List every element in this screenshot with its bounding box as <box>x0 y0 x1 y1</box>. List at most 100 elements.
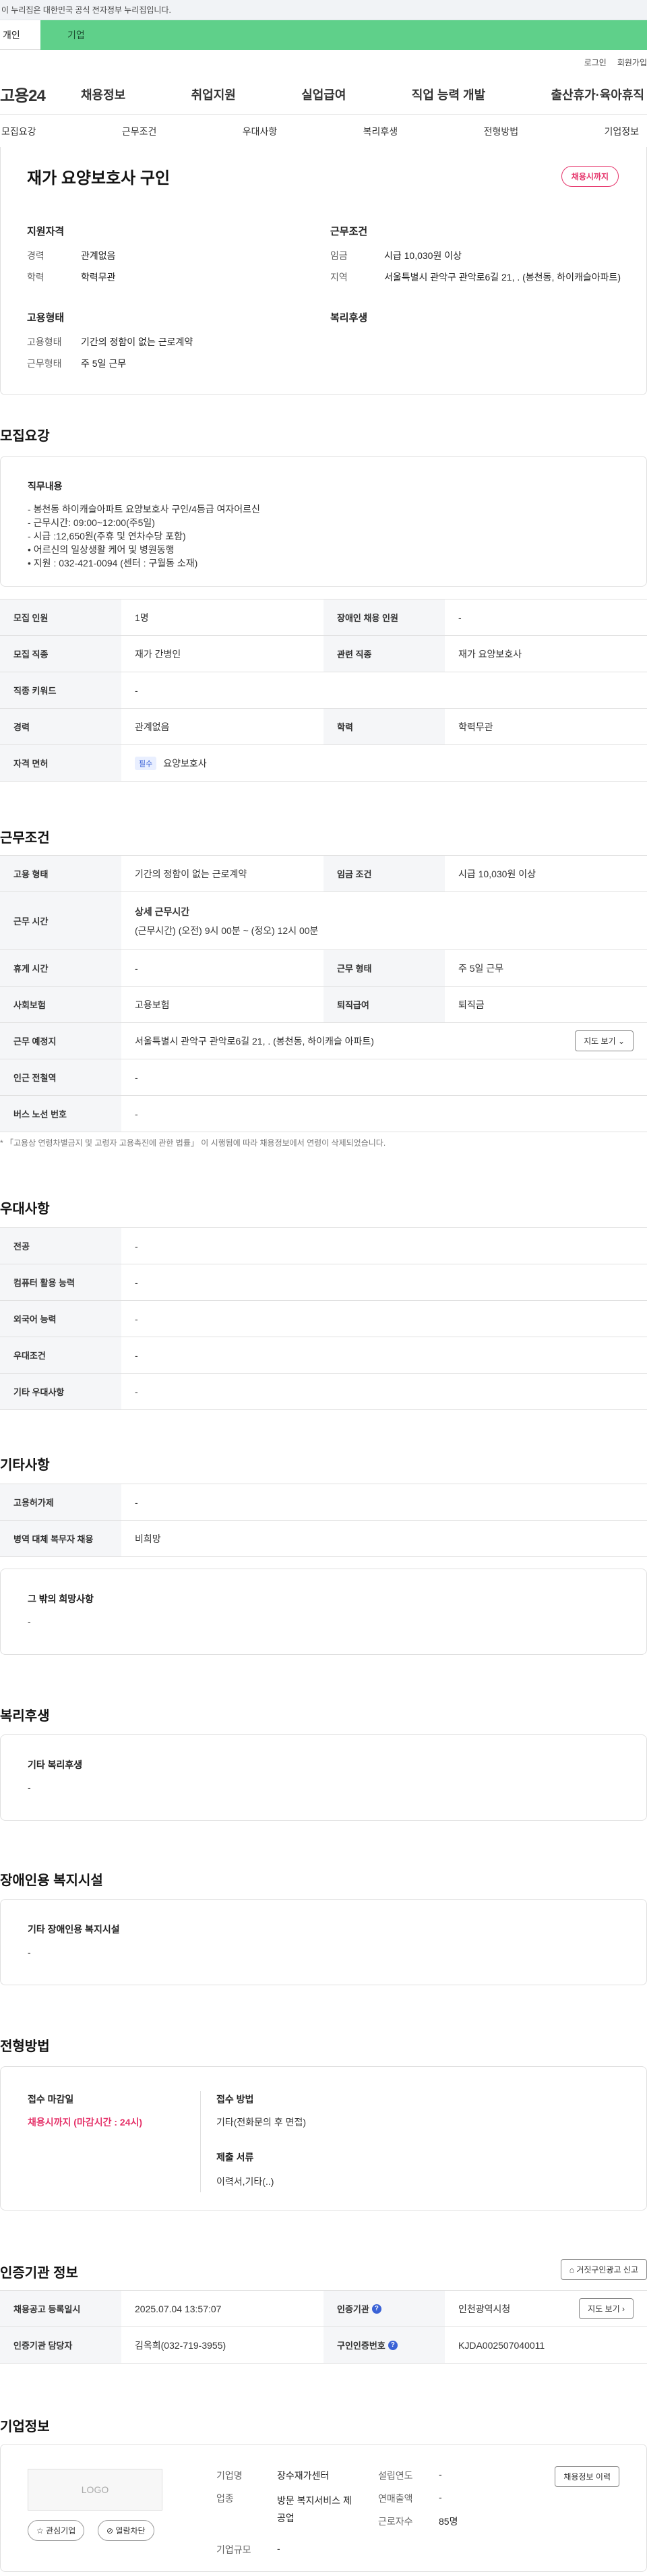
welfare-card: 기타 복리후생 - <box>0 1734 647 1821</box>
anchor-process[interactable]: 전형방법 <box>484 125 519 138</box>
license-value: 요양보호사 <box>163 757 207 769</box>
work-form-label: 근무형태 <box>27 358 62 369</box>
region-value: 서울특별시 관악구 관악로6길 21, . (봉천동, 하이캐슬아파트) <box>384 272 621 283</box>
anchor-welfare[interactable]: 복리후생 <box>363 125 398 138</box>
gnb-item-leave[interactable]: 출산휴가·육아휴직 <box>551 86 644 103</box>
duty-label: 직무내용 <box>28 481 63 492</box>
job-history-button[interactable]: 채용정보 이력 <box>555 2466 619 2487</box>
gov-notice-bar: 이 누리집은 대한민국 공식 전자정부 누리집입니다. <box>0 0 647 20</box>
workplace-value: 서울특별시 관악구 관악로6길 21, . (봉천동, 하이캐슬 아파트) <box>135 1035 374 1047</box>
job-type-label: 모집 직종 <box>0 636 121 672</box>
block-icon: ⊘ <box>106 2526 114 2536</box>
work-hours-label: 근무 시간 <box>0 892 121 949</box>
required-chip: 필수 <box>135 756 157 770</box>
work-hours-value: (근무시간) (오전) 9시 00분 ~ (정오) 12시 00분 <box>135 925 319 936</box>
qualification-heading: 지원자격 <box>27 226 65 237</box>
favorite-company-button[interactable]: ☆ 관심기업 <box>28 2520 85 2541</box>
company-name-value: 장수재가센터 <box>277 2470 330 2481</box>
anchor-pref[interactable]: 우대사항 <box>243 125 278 138</box>
site-logo[interactable]: 고용24 <box>0 82 81 106</box>
company-size-label: 기업규모 <box>216 2544 251 2555</box>
anchor-company[interactable]: 기업정보 <box>604 125 639 138</box>
facility-section-title: 장애인용 복지시설 <box>0 1873 103 1888</box>
gnb-item-training[interactable]: 직업 능력 개발 <box>412 86 485 103</box>
req-career-value: 관계없음 <box>135 721 170 732</box>
chevron-down-icon: ⌄ <box>617 1036 625 1046</box>
process-divider <box>200 2091 201 2192</box>
gnb-item-unemployment-benefit[interactable]: 실업급여 <box>301 86 346 103</box>
company-logo: LOGO <box>28 2469 162 2511</box>
signup-link[interactable]: 회원가입 <box>617 57 647 68</box>
gnb-item-employment-support[interactable]: 취업지원 <box>191 86 236 103</box>
welfare-value: - <box>28 1782 31 1793</box>
gnb-item-jobs[interactable]: 채용정보 <box>81 86 125 103</box>
anchor-recruit[interactable]: 모집요강 <box>1 125 36 138</box>
wage-cond-label: 임금 조건 <box>324 856 445 891</box>
hours-detail-heading: 상세 근무시간 <box>135 906 190 917</box>
deadline-label: 접수 마감일 <box>28 2094 74 2105</box>
welfare-label: 기타 복리후생 <box>28 1759 83 1770</box>
career-value: 관계없음 <box>81 250 116 261</box>
method-value: 기타(전화문의 후 면접) <box>216 2117 307 2128</box>
req-career-label: 경력 <box>0 709 121 744</box>
work-form-value: 주 5일 근무 <box>81 358 127 369</box>
work-type-value: 기간의 정함이 없는 근로계약 <box>135 868 247 879</box>
workplace-label: 근무 예정지 <box>0 1023 121 1059</box>
wage-cond-value: 시급 10,030원 이상 <box>458 868 536 879</box>
wish-label: 그 밖의 희망사항 <box>28 1593 94 1604</box>
login-link[interactable]: 로그인 <box>584 57 607 68</box>
agency-map-button[interactable]: 지도 보기 › <box>579 2298 634 2319</box>
deadline-value: 채용시까지 (마감시간 : 24시) <box>28 2117 143 2128</box>
qualification-block: 지원자격 경력 관계없음 학력 학력무관 <box>27 224 310 292</box>
duty-text: - 봉천동 하이캐슬아파트 요양보호사 구인/4등급 여자어르신 - 근무시간:… <box>28 504 260 568</box>
status-badge: 채용시까지 <box>561 166 619 187</box>
work-section-title: 근무조건 <box>0 831 50 846</box>
employment-type-heading: 고용형태 <box>27 312 65 324</box>
work-form2-label: 근무 형태 <box>324 950 445 986</box>
report-false-ad-button[interactable]: ⌂ 거짓구인광고 신고 <box>560 2259 647 2280</box>
facility-card: 기타 장애인용 복지시설 - <box>0 1899 647 1985</box>
recruit-section-title: 모집요강 <box>0 429 50 444</box>
info-icon[interactable]: ? <box>371 2304 381 2314</box>
duty-card: 직무내용 - 봉천동 하이캐슬아파트 요양보호사 구인/4등급 여자어르신 - … <box>0 456 647 587</box>
map-view-button[interactable]: 지도 보기 ⌄ <box>575 1030 634 1051</box>
related-job-label: 관련 직종 <box>324 636 445 672</box>
disabled-count-label: 장애인 채용 인원 <box>324 599 445 635</box>
process-card: 접수 마감일 채용시까지 (마감시간 : 24시) 접수 방법 기타(전화문의 … <box>0 2066 647 2211</box>
condition-heading: 근무조건 <box>330 226 368 237</box>
cert-manager-label: 인증기관 담당자 <box>0 2327 121 2363</box>
company-section-title: 기업정보 <box>0 2420 50 2434</box>
facility-value: - <box>28 1947 31 1958</box>
company-card: LOGO ☆ 관심기업 ⊘ 열람차단 기업명 장수재가센터 업종 방문 복지서비… <box>0 2444 647 2572</box>
job-type-value: 재가 간병인 <box>135 648 181 660</box>
sales-label: 연매출액 <box>378 2493 413 2504</box>
cert-number-value: KJDA002507040011 <box>458 2339 545 2351</box>
language-label: 외국어 능력 <box>0 1301 121 1337</box>
wish-value: - <box>28 1616 31 1627</box>
tab-personal[interactable]: 개인 <box>0 20 40 50</box>
severance-value: 퇴직금 <box>458 999 485 1010</box>
cert-number-label: 구인인증번호 <box>337 2341 386 2351</box>
permit-label: 고용허가제 <box>0 1484 121 1520</box>
tab-corporate[interactable]: 기업 <box>40 20 647 50</box>
work-form2-value: 주 5일 근무 <box>458 962 504 974</box>
docs-value: 이력서,기타(..) <box>216 2176 274 2187</box>
permit-value: - <box>135 1496 138 1508</box>
chevron-right-icon: › <box>622 2304 625 2314</box>
anchor-work[interactable]: 근무조건 <box>122 125 157 138</box>
recruit-table: 모집 인원 1명 장애인 채용 인원 - 모집 직종 재가 간병인 관련 직종 재가 요… <box>0 599 647 782</box>
employment-type-block: 고용형태 고용형태 기간의 정함이 없는 근로계약 근무형태 주 5일 근무 <box>27 310 310 378</box>
block-view-button[interactable]: ⊘ 열람차단 <box>98 2520 154 2541</box>
industry-label: 업종 <box>216 2493 234 2504</box>
emp-type-value: 기간의 정함이 없는 근로계약 <box>81 336 193 347</box>
pc-skill-value: - <box>135 1277 138 1288</box>
cert-manager-value: 김옥희(032-719-3955) <box>135 2339 226 2351</box>
cert-org-label: 인증기관 <box>337 2304 369 2314</box>
section-anchor-nav: 모집요강 근무조건 우대사항 복리후생 전형방법 기업정보 <box>0 115 647 148</box>
cert-org-value: 인천광역시청 <box>458 2303 511 2314</box>
welfare-summary-block: 복리후생 <box>330 310 367 335</box>
info-icon[interactable]: ? <box>388 2340 398 2350</box>
utility-menu: 로그인 회원가입 <box>0 50 647 74</box>
break-label: 휴게 시간 <box>0 950 121 986</box>
block-view-label: 열람차단 <box>115 2526 146 2536</box>
